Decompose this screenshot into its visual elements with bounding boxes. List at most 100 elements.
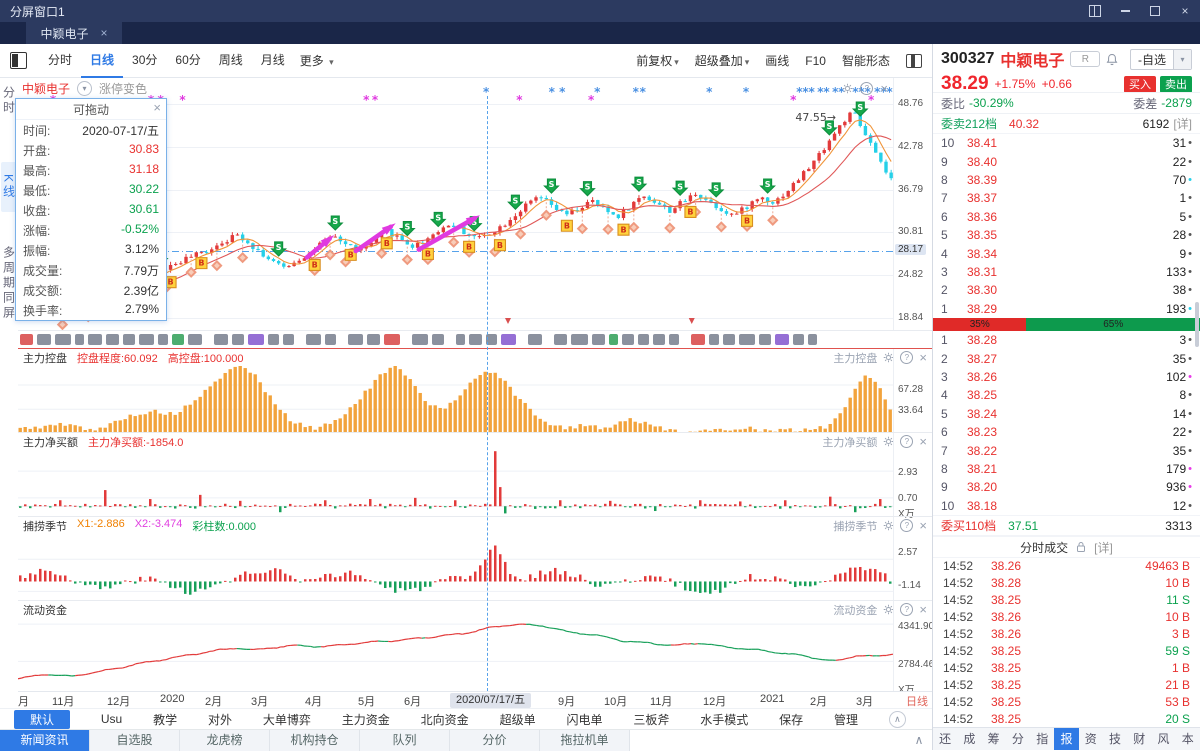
bell-icon[interactable] [1106,53,1118,66]
ask-row[interactable]: 638.365• [933,208,1200,226]
panel-close-icon[interactable]: × [880,83,888,94]
bid-row[interactable]: 738.2235• [933,441,1200,459]
event-badge[interactable] [638,334,649,345]
event-badge[interactable] [739,334,755,345]
bottom-tab-新闻资讯[interactable]: 新闻资讯 [0,730,90,751]
ask-row[interactable]: 438.349• [933,244,1200,262]
mini-tab-资[interactable]: 资 [1079,728,1103,750]
strategy-tab-保存[interactable]: 保存 [779,711,803,728]
event-badge[interactable] [306,334,321,345]
net-buy-canvas[interactable] [18,450,893,517]
mini-tab-成[interactable]: 成 [957,728,981,750]
bid-row[interactable]: 938.20936• [933,478,1200,496]
mini-tab-财[interactable]: 财 [1127,728,1151,750]
infobox-close-icon[interactable]: × [153,102,161,113]
event-badge[interactable] [248,334,264,345]
event-badge[interactable] [456,334,465,345]
panel-chart[interactable] [18,450,893,517]
strategy-tab-闪电单[interactable]: 闪电单 [566,711,602,728]
main-control-canvas[interactable] [18,366,893,433]
ask-row[interactable]: 238.3038• [933,281,1200,299]
bid-row[interactable]: 538.2414• [933,405,1200,423]
event-badge[interactable] [412,334,428,345]
fishing-season-canvas[interactable] [18,534,893,601]
scrollbar[interactable] [1195,302,1199,347]
mini-tab-风[interactable]: 风 [1151,728,1175,750]
event-badge[interactable] [808,334,817,345]
event-badge[interactable] [283,334,294,345]
bid-row[interactable]: 638.2322• [933,423,1200,441]
bid-row[interactable]: 138.283• [933,331,1200,349]
event-badge[interactable] [592,334,605,345]
event-badge[interactable] [88,334,102,345]
event-badge[interactable] [348,334,363,345]
event-badge[interactable] [469,334,482,345]
watchlist-dropdown[interactable]: -自选 ▾ [1130,49,1192,70]
lock-icon[interactable] [1076,541,1086,553]
ask-row[interactable]: 938.4022• [933,152,1200,170]
bid-row[interactable]: 338.26102• [933,368,1200,386]
toolbar-item-超级叠加[interactable]: 超级叠加▾ [695,52,750,69]
event-badge[interactable] [723,334,735,345]
event-badge[interactable] [501,334,516,345]
bid-row[interactable]: 238.2735• [933,349,1200,367]
ohlc-infobox[interactable]: 可拖动 × 时间:2020-07-17/五开盘:30.83最高:31.18最低:… [15,98,167,321]
collapse-button[interactable]: ∧ [889,711,906,728]
period-tab-60分[interactable]: 60分 [166,44,209,76]
period-tab-分时[interactable]: 分时 [39,44,81,76]
bottom-tab-自选股[interactable]: 自选股 [90,730,180,751]
layout-grid-icon[interactable] [1080,0,1110,22]
ask-row[interactable]: 338.31133• [933,263,1200,281]
expand-button[interactable]: ∧ [906,730,932,751]
legend-dropdown-icon[interactable]: ▾ [77,81,92,96]
bottom-tab-龙虎榜[interactable]: 龙虎榜 [180,730,270,751]
event-badge[interactable] [172,334,184,345]
split-screen-icon[interactable] [906,54,922,68]
toolbar-item-前复权[interactable]: 前复权▾ [636,52,679,69]
mini-tab-分[interactable]: 分 [1006,728,1030,750]
event-badge[interactable] [759,334,771,345]
event-badge[interactable] [55,334,71,345]
strategy-tab-默认[interactable]: 默认 [14,710,70,729]
bid-row[interactable]: 1038.1812• [933,497,1200,515]
event-badge[interactable] [268,334,279,345]
event-badge[interactable] [123,334,135,345]
panel-chart[interactable] [18,534,893,601]
event-badge[interactable] [653,334,665,345]
event-badge[interactable] [188,334,202,345]
mini-tab-报[interactable]: 报 [1054,728,1078,750]
period-tab-30分[interactable]: 30分 [123,44,166,76]
event-badge[interactable] [709,334,719,345]
strategy-tab-对外[interactable]: 对外 [208,711,232,728]
period-tab-日线[interactable]: 日线 [81,44,123,78]
bottom-tab-拖拉机单[interactable]: 拖拉机单 [540,730,630,751]
ask-row[interactable]: 838.3970• [933,171,1200,189]
ask-row[interactable]: 738.371• [933,189,1200,207]
event-badge[interactable] [325,334,336,345]
event-badge[interactable] [139,334,154,345]
strategy-tab-Usu[interactable]: Usu [101,712,122,726]
toolbar-item-F10[interactable]: F10 [805,54,826,68]
toolbar-item-智能形态[interactable]: 智能形态 [842,52,890,69]
close-button[interactable]: × [1170,0,1200,22]
bottom-tab-队列[interactable]: 队列 [360,730,450,751]
event-badge[interactable] [106,334,119,345]
period-tab-月线[interactable]: 月线 [252,44,294,76]
event-badge[interactable] [669,334,679,345]
event-badge[interactable] [432,334,444,345]
period-tab-周线[interactable]: 周线 [210,44,252,76]
event-badge[interactable] [232,334,244,345]
event-badge[interactable] [793,334,804,345]
more-periods-button[interactable]: 更多 ▾ [294,52,340,69]
strategy-tab-管理[interactable]: 管理 [834,711,858,728]
strategy-tab-超级单[interactable]: 超级单 [500,711,536,728]
bid-row[interactable]: 438.258• [933,386,1200,404]
gear-icon[interactable] [842,83,853,94]
maximize-button[interactable] [1140,0,1170,22]
toolbar-item-画线[interactable]: 画线 [765,52,789,69]
event-badge[interactable] [775,334,789,345]
strategy-tab-北向资金[interactable]: 北向资金 [421,711,469,728]
event-badge[interactable] [75,334,84,345]
infobox-titlebar[interactable]: 可拖动 × [16,99,166,120]
mini-tab-本[interactable]: 本 [1176,728,1200,750]
